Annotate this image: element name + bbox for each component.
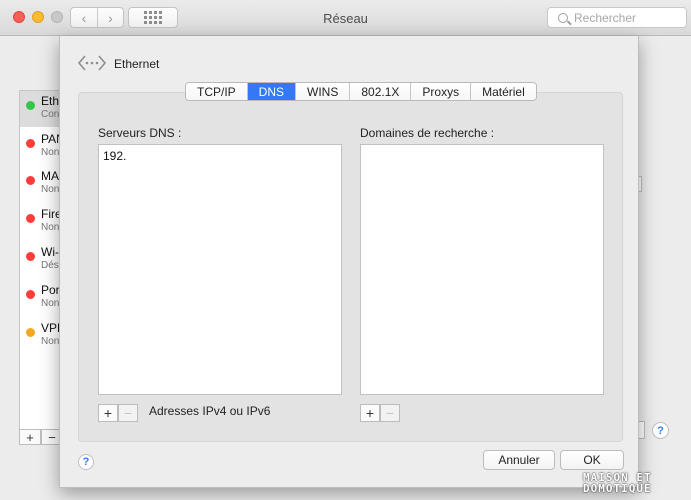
search-placeholder: Rechercher: [574, 10, 637, 25]
help-button-background[interactable]: ?: [652, 422, 669, 439]
service-status: Dés: [41, 260, 59, 271]
status-dot-icon: [26, 176, 35, 185]
add-dns-server-button[interactable]: +: [98, 404, 118, 422]
tab-8021x[interactable]: 802.1X: [350, 83, 412, 100]
window-titlebar: ‹ › Réseau Rechercher: [0, 0, 691, 36]
status-dot-icon: [26, 101, 35, 110]
interface-name: Ethernet: [114, 57, 160, 71]
dns-servers-list[interactable]: 192.: [98, 144, 342, 395]
service-name: Wi-: [41, 245, 59, 259]
tab-bar: TCP/IP DNS WINS 802.1X Proxys Matériel: [185, 82, 537, 101]
status-dot-icon: [26, 214, 35, 223]
search-icon: [558, 12, 568, 23]
service-list-buttons: + −: [19, 429, 63, 445]
dns-address-hint: Adresses IPv4 ou IPv6: [149, 404, 271, 418]
search-domains-label: Domaines de recherche :: [360, 126, 495, 140]
status-dot-icon: [26, 139, 35, 148]
ok-button[interactable]: OK: [560, 450, 624, 470]
tab-materiel[interactable]: Matériel: [471, 83, 536, 100]
watermark-line-2: DOMOTIQUE: [583, 482, 652, 495]
service-status: Non: [41, 336, 60, 347]
background-button-fragment: [638, 421, 645, 439]
remove-dns-server-button[interactable]: −: [118, 404, 138, 422]
advanced-settings-sheet: Ethernet TCP/IP DNS WINS 802.1X Proxys M…: [59, 36, 639, 488]
service-status: Non: [41, 298, 60, 309]
watermark-logo: MAISON ET DOMOTIQUE: [583, 472, 687, 494]
service-name: MA: [41, 169, 59, 183]
tab-wins[interactable]: WINS: [296, 83, 351, 100]
search-domains-list[interactable]: [360, 144, 604, 395]
dns-server-entry[interactable]: 192.: [103, 149, 126, 163]
remove-search-domain-button[interactable]: −: [380, 404, 400, 422]
cancel-button[interactable]: Annuler: [483, 450, 555, 470]
status-dot-icon: [26, 252, 35, 261]
tab-tcpip[interactable]: TCP/IP: [186, 83, 248, 100]
service-status: Non: [41, 184, 60, 195]
service-status: Non: [41, 147, 60, 158]
add-search-domain-button[interactable]: +: [360, 404, 380, 422]
tab-dns[interactable]: DNS: [247, 83, 297, 100]
help-button[interactable]: ?: [78, 454, 94, 470]
status-dot-icon: [26, 290, 35, 299]
dns-servers-label: Serveurs DNS :: [98, 126, 182, 140]
service-status: Con: [41, 109, 60, 120]
add-service-button[interactable]: +: [19, 429, 41, 445]
tab-proxys[interactable]: Proxys: [411, 83, 472, 100]
search-domains-buttons: + −: [360, 404, 400, 422]
service-status: Non: [41, 222, 60, 233]
service-name: Eth: [41, 94, 60, 108]
service-name: Por: [41, 283, 60, 297]
ethernet-icon: [77, 55, 107, 71]
status-dot-icon: [26, 328, 35, 337]
dns-servers-buttons: + −: [98, 404, 138, 422]
search-field[interactable]: Rechercher: [547, 7, 687, 28]
